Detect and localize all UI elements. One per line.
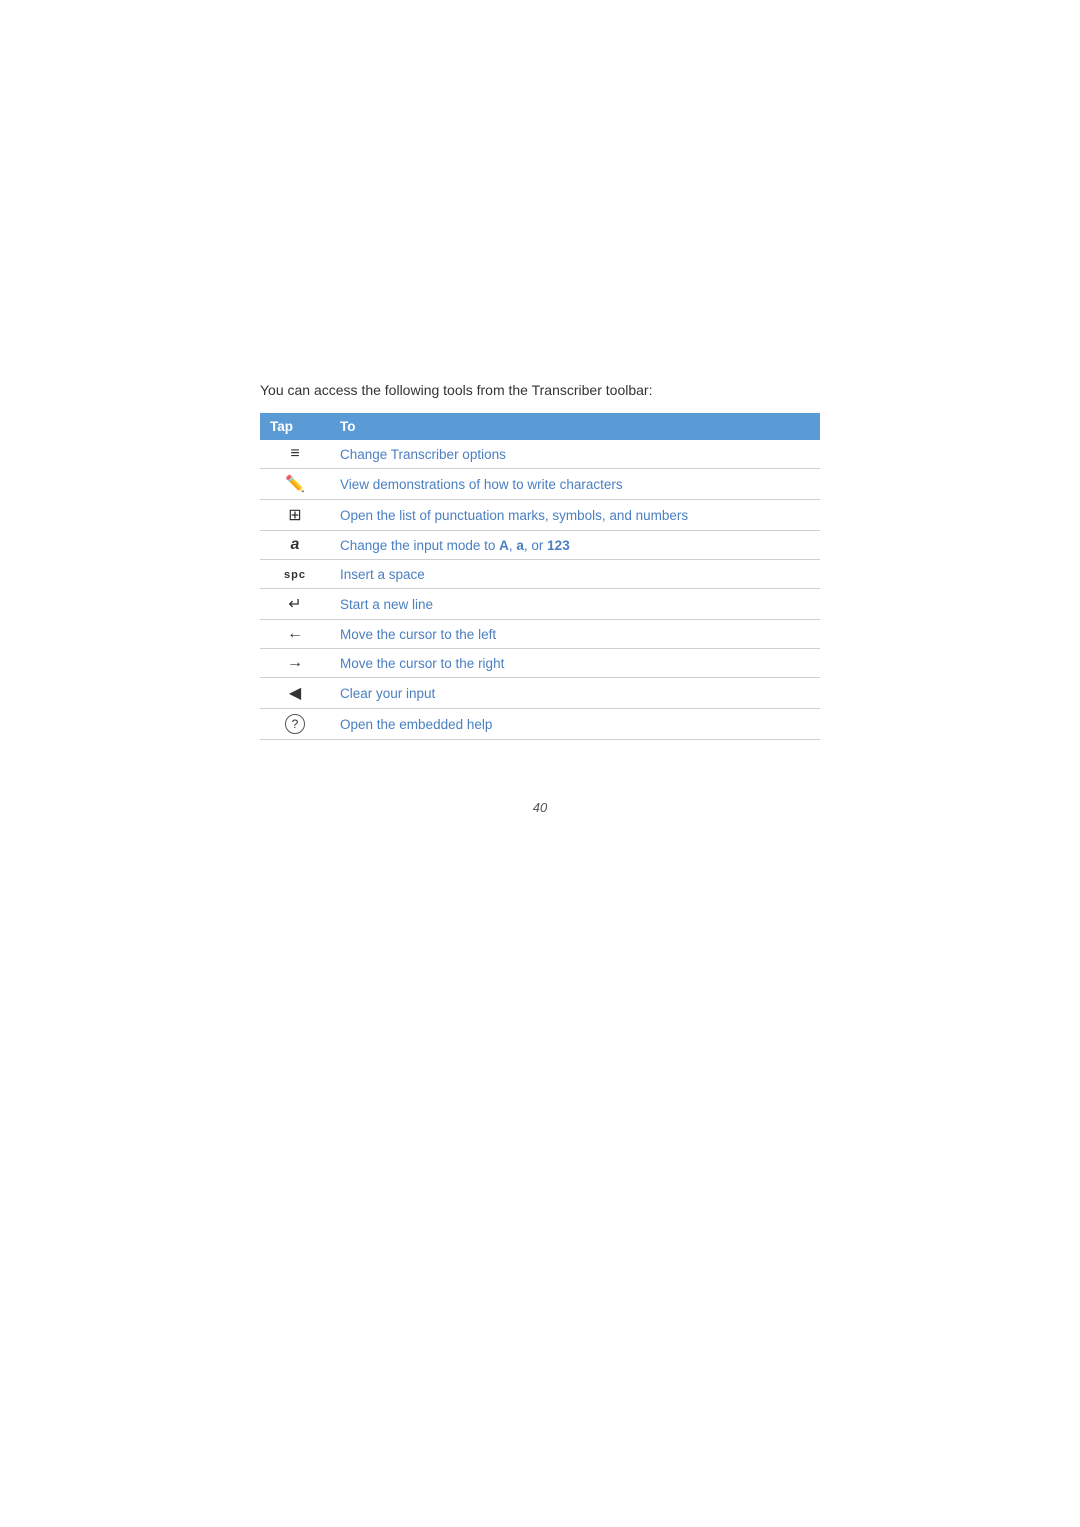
tap-icon-right: → bbox=[260, 649, 330, 678]
tap-icon-options: ≡ bbox=[260, 440, 330, 469]
page-content: You can access the following tools from … bbox=[260, 380, 820, 815]
mode-a: a bbox=[516, 538, 524, 553]
action-text: Move the cursor to the left bbox=[330, 620, 820, 649]
table-row: spc Insert a space bbox=[260, 560, 820, 589]
table-header-row: Tap To bbox=[260, 413, 820, 440]
writing-icon: ✏️ bbox=[285, 476, 305, 493]
action-text: Open the embedded help bbox=[330, 709, 820, 740]
backspace-icon: ◀ bbox=[289, 685, 301, 702]
toolbar-table: Tap To ≡ Change Transcriber options ✏️ V… bbox=[260, 413, 820, 740]
return-icon: ↵ bbox=[288, 596, 301, 613]
action-text: Start a new line bbox=[330, 589, 820, 620]
table-row: → Move the cursor to the right bbox=[260, 649, 820, 678]
letter-a-icon: a bbox=[291, 536, 300, 553]
table-row: ← Move the cursor to the left bbox=[260, 620, 820, 649]
lines-icon: ≡ bbox=[290, 445, 299, 462]
action-text: Move the cursor to the right bbox=[330, 649, 820, 678]
col-header-tap: Tap bbox=[260, 413, 330, 440]
mode-123: 123 bbox=[547, 538, 570, 553]
tap-icon-newline: ↵ bbox=[260, 589, 330, 620]
table-row: ◀ Clear your input bbox=[260, 678, 820, 709]
table-row: ↵ Start a new line bbox=[260, 589, 820, 620]
action-text: Open the list of punctuation marks, symb… bbox=[330, 500, 820, 531]
right-arrow-icon: → bbox=[287, 654, 303, 671]
tap-icon-demo: ✏️ bbox=[260, 469, 330, 500]
grid-icon: ⊞ bbox=[288, 507, 301, 524]
tap-icon-space: spc bbox=[260, 560, 330, 589]
action-text-mode: Change the input mode to A, a, or 123 bbox=[330, 531, 820, 560]
tap-icon-left: ← bbox=[260, 620, 330, 649]
left-arrow-icon: ← bbox=[287, 625, 303, 642]
col-header-to: To bbox=[330, 413, 820, 440]
intro-text: You can access the following tools from … bbox=[260, 380, 820, 401]
help-icon: ? bbox=[285, 714, 305, 734]
action-text: View demonstrations of how to write char… bbox=[330, 469, 820, 500]
table-row: ? Open the embedded help bbox=[260, 709, 820, 740]
page-number: 40 bbox=[260, 800, 820, 815]
table-row: a Change the input mode to A, a, or 123 bbox=[260, 531, 820, 560]
spc-icon: spc bbox=[284, 569, 306, 581]
table-row: ✏️ View demonstrations of how to write c… bbox=[260, 469, 820, 500]
action-text: Insert a space bbox=[330, 560, 820, 589]
mode-A: A bbox=[499, 538, 509, 553]
tap-icon-clear: ◀ bbox=[260, 678, 330, 709]
table-row: ≡ Change Transcriber options bbox=[260, 440, 820, 469]
table-row: ⊞ Open the list of punctuation marks, sy… bbox=[260, 500, 820, 531]
action-text: Clear your input bbox=[330, 678, 820, 709]
tap-icon-grid: ⊞ bbox=[260, 500, 330, 531]
tap-icon-help: ? bbox=[260, 709, 330, 740]
tap-icon-mode: a bbox=[260, 531, 330, 560]
action-text: Change Transcriber options bbox=[330, 440, 820, 469]
